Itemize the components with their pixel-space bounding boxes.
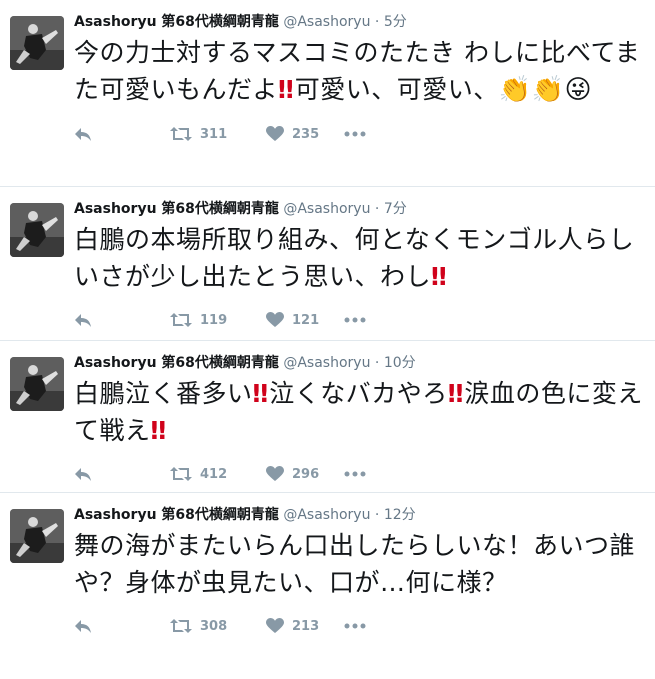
- author-handle[interactable]: @Asashoryu: [283, 507, 370, 523]
- tweet[interactable]: Asashoryu 第68代横綱朝青龍 @Asashoryu · 5分 今の力士…: [0, 0, 655, 187]
- double-exclamation-icon: ‼: [278, 75, 294, 104]
- avatar-photo: [10, 203, 64, 257]
- tweet-text-segment: 白鵬泣く番多い: [74, 379, 253, 408]
- author-name[interactable]: Asashoryu 第68代横綱朝青龍: [74, 355, 279, 371]
- retweet-count: 119: [200, 312, 228, 328]
- retweet-icon: [170, 313, 192, 327]
- retweet-button[interactable]: 412: [170, 466, 266, 482]
- retweet-button[interactable]: 119: [170, 312, 266, 328]
- more-button[interactable]: [344, 623, 366, 629]
- retweet-count: 308: [200, 618, 228, 634]
- more-icon: [344, 471, 366, 477]
- reply-button[interactable]: [74, 126, 170, 142]
- avatar[interactable]: [10, 509, 64, 563]
- heart-icon: [266, 618, 284, 633]
- reply-button[interactable]: [74, 466, 170, 482]
- retweet-button[interactable]: 308: [170, 618, 266, 634]
- more-button[interactable]: [344, 471, 366, 477]
- tweet[interactable]: Asashoryu 第68代横綱朝青龍 @Asashoryu · 7分 白鵬の本…: [0, 187, 655, 341]
- more-icon: [344, 317, 366, 323]
- heart-icon: [266, 466, 284, 481]
- retweet-icon: [170, 619, 192, 633]
- tweet-header: Asashoryu 第68代横綱朝青龍 @Asashoryu · 7分: [74, 199, 645, 219]
- retweet-button[interactable]: 311: [170, 126, 266, 142]
- more-button[interactable]: [344, 131, 366, 137]
- like-count: 296: [292, 466, 320, 482]
- more-button[interactable]: [344, 317, 366, 323]
- double-exclamation-icon: ‼: [252, 379, 269, 408]
- retweet-count: 311: [200, 126, 228, 142]
- like-count: 235: [292, 126, 320, 142]
- double-exclamation-icon: ‼: [431, 262, 447, 291]
- tweet-text: 白鵬泣く番多い‼ 泣くなバカやろ‼ 涙血の色に変えて戦え‼: [74, 375, 645, 449]
- double-exclamation-icon: ‼: [447, 379, 464, 408]
- heart-icon: [266, 126, 284, 141]
- avatar-photo: [10, 16, 64, 70]
- avatar[interactable]: [10, 16, 64, 70]
- separator-dot: ·: [374, 355, 380, 371]
- like-button[interactable]: 121: [266, 312, 344, 328]
- timestamp[interactable]: 12分: [384, 507, 416, 523]
- clapping-hands-winking-face-emoji: 👏👏😜: [498, 75, 593, 105]
- avatar-photo: [10, 509, 64, 563]
- tweet-text: 舞の海がまたいらん口出したらしいな！あいつ誰や？身体が虫見たい、口が…何に様？: [74, 527, 645, 601]
- author-name[interactable]: Asashoryu 第68代横綱朝青龍: [74, 14, 279, 30]
- author-name[interactable]: Asashoryu 第68代横綱朝青龍: [74, 507, 279, 523]
- timestamp[interactable]: 5分: [384, 14, 407, 30]
- avatar-photo: [10, 357, 64, 411]
- retweet-icon: [170, 467, 192, 481]
- reply-icon: [75, 620, 91, 633]
- heart-icon: [266, 312, 284, 327]
- tweet-text-segment: 泣くなバカやろ: [269, 379, 448, 408]
- tweet-header: Asashoryu 第68代横綱朝青龍 @Asashoryu · 5分: [74, 12, 645, 32]
- separator-dot: ·: [374, 201, 380, 217]
- tweet-text-segment: 舞の海がまたいらん口出したらしいな！あいつ誰や？身体が虫見たい、口が…何に様？: [74, 531, 636, 597]
- tweet-text: 白鵬の本場所取り組み、何となくモンゴル人らしいさが少し出たとう思い、わし‼: [74, 221, 645, 295]
- author-handle[interactable]: @Asashoryu: [283, 201, 370, 217]
- avatar[interactable]: [10, 203, 64, 257]
- more-icon: [344, 623, 366, 629]
- tweet-text-segment: 白鵬の本場所取り組み、何となくモンゴル人らしいさが少し出たとう思い、わし: [74, 225, 635, 291]
- separator-dot: ·: [374, 507, 380, 523]
- tweet-header: Asashoryu 第68代横綱朝青龍 @Asashoryu · 10分: [74, 353, 645, 373]
- reply-button[interactable]: [74, 312, 170, 328]
- tweet-text: 今の力士対するマスコミのたたき わしに比べてまた可愛いもんだよ‼ 可愛い、可愛い、…: [74, 34, 645, 109]
- retweet-count: 412: [200, 466, 228, 482]
- author-handle[interactable]: @Asashoryu: [283, 355, 370, 371]
- like-button[interactable]: 296: [266, 466, 344, 482]
- avatar[interactable]: [10, 357, 64, 411]
- retweet-icon: [170, 127, 192, 141]
- tweet-header: Asashoryu 第68代横綱朝青龍 @Asashoryu · 12分: [74, 505, 645, 525]
- tweet[interactable]: Asashoryu 第68代横綱朝青龍 @Asashoryu · 10分 白鵬泣…: [0, 341, 655, 493]
- reply-button[interactable]: [74, 618, 170, 634]
- tweet-feed: Asashoryu 第68代横綱朝青龍 @Asashoryu · 5分 今の力士…: [0, 0, 655, 679]
- author-name[interactable]: Asashoryu 第68代横綱朝青龍: [74, 201, 279, 217]
- like-count: 121: [292, 312, 320, 328]
- more-icon: [344, 131, 366, 137]
- tweet-actions: 119 121: [74, 301, 645, 339]
- like-button[interactable]: 213: [266, 618, 344, 634]
- author-handle[interactable]: @Asashoryu: [283, 14, 370, 30]
- reply-icon: [75, 314, 91, 327]
- like-button[interactable]: 235: [266, 126, 344, 142]
- like-count: 213: [292, 618, 320, 634]
- tweet-text-segment: 可愛い、可愛い、: [294, 75, 499, 104]
- reply-icon: [75, 128, 91, 141]
- tweet[interactable]: Asashoryu 第68代横綱朝青龍 @Asashoryu · 12分 舞の海…: [0, 493, 655, 679]
- double-exclamation-icon: ‼: [150, 416, 167, 445]
- tweet-actions: 308 213: [74, 607, 645, 645]
- separator-dot: ·: [374, 14, 380, 30]
- tweet-actions: 311 235: [74, 115, 645, 153]
- timestamp[interactable]: 10分: [384, 355, 416, 371]
- reply-icon: [75, 468, 91, 481]
- tweet-actions: 412 296: [74, 455, 645, 493]
- timestamp[interactable]: 7分: [384, 201, 407, 217]
